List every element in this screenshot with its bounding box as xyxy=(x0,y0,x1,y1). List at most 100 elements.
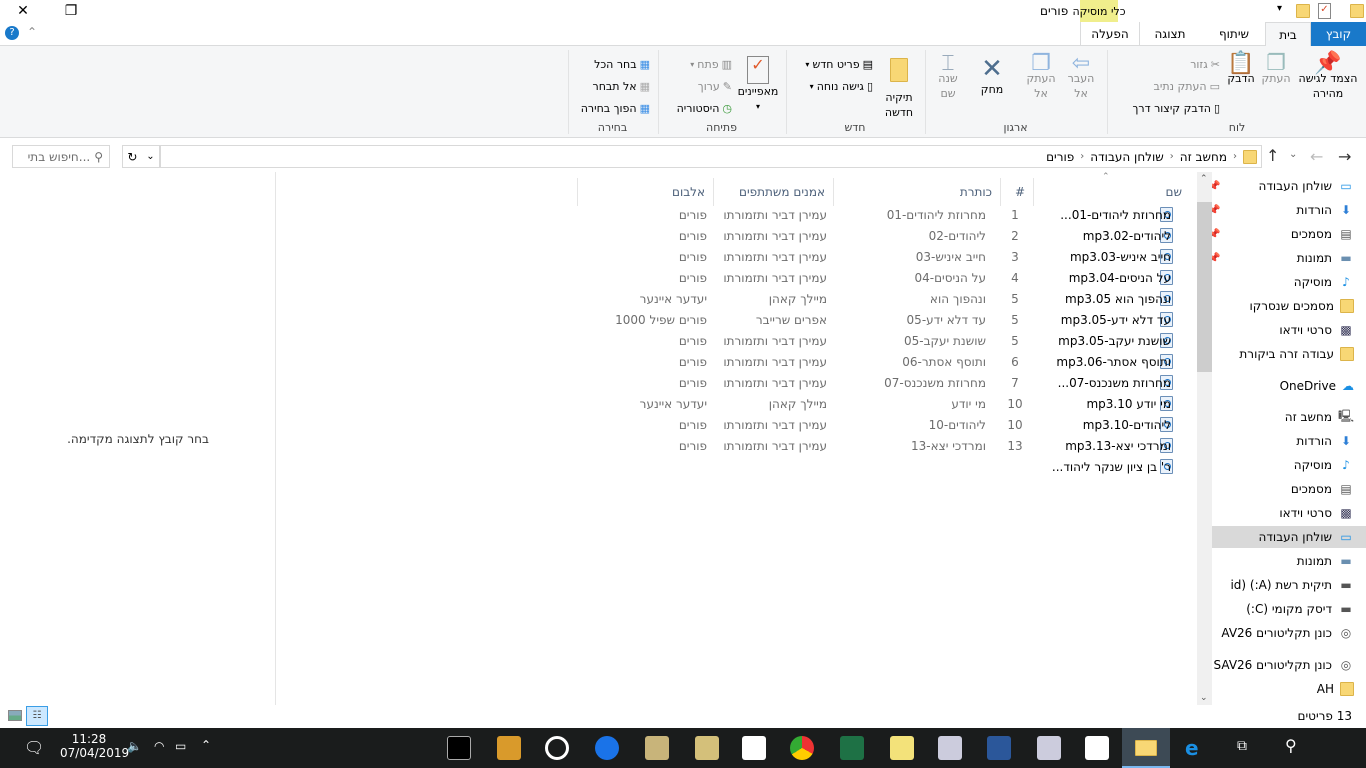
edit-button[interactable]: ✎ ערוך xyxy=(698,80,732,93)
cell-name: מחרוזת משנכנס-07... xyxy=(1057,376,1171,390)
nav-item[interactable]: 🖳 מחשב זה xyxy=(1212,406,1366,428)
maximize-button[interactable]: ❐ xyxy=(48,0,94,22)
qat-dropdown-icon[interactable]: ▾ xyxy=(1277,3,1282,14)
nav-item-onedrive[interactable]: ☁ OneDrive xyxy=(1212,375,1366,397)
paste-shortcut-button[interactable]: ▯ הדבק קיצור דרך xyxy=(1132,102,1220,115)
easy-access-button[interactable]: ▯ גישה נוחה ▾ xyxy=(810,80,873,93)
breadcrumb-this-pc[interactable]: מחשב זה xyxy=(1180,150,1227,164)
forward-arrow-icon[interactable]: ← xyxy=(1310,147,1323,166)
up-arrow-icon[interactable]: ↑ xyxy=(1266,146,1279,165)
column-header-artists[interactable]: אמנים משתתפים xyxy=(713,178,833,206)
tab-share[interactable]: שיתוף xyxy=(1205,22,1263,46)
copy-path-button[interactable]: ▭ העתק נתיב xyxy=(1154,80,1220,93)
wifi-icon[interactable]: ◠ xyxy=(154,739,164,753)
word-icon[interactable] xyxy=(987,736,1011,760)
tab-home[interactable]: בית xyxy=(1265,22,1311,47)
new-folder-icon xyxy=(890,58,908,82)
cut-button[interactable]: ✂ גזור xyxy=(1190,58,1220,71)
nav-item[interactable]: ▬ דיסק מקומי (C:) xyxy=(1212,598,1366,620)
nav-item[interactable]: ⬇ הורדות xyxy=(1212,430,1366,452)
nav-item[interactable]: ▬ תמונות 📌 xyxy=(1212,247,1366,269)
breadcrumb-desktop[interactable]: שולחן העבודה xyxy=(1090,150,1163,164)
app-icon[interactable] xyxy=(645,736,669,760)
cell-title: מחרוזת ליהודים-01 xyxy=(886,208,986,222)
paste-button[interactable]: 📋 הדבק xyxy=(1224,53,1258,86)
excel-icon[interactable] xyxy=(840,736,864,760)
battery-icon[interactable]: ▭ xyxy=(175,739,186,753)
column-header-name[interactable]: שם xyxy=(1033,178,1190,206)
column-header-number[interactable]: # xyxy=(1000,178,1033,206)
back-arrow-icon[interactable]: → xyxy=(1338,147,1351,166)
photos-app-icon[interactable] xyxy=(742,736,766,760)
nav-item[interactable]: עבודה זרה ביקורת xyxy=(1212,343,1366,365)
column-header-album[interactable]: אלבום xyxy=(577,178,713,206)
app-icon[interactable] xyxy=(695,736,719,760)
column-header-title[interactable]: כותרת xyxy=(833,178,1000,206)
recent-locations-icon[interactable]: ⌄ xyxy=(1289,149,1297,160)
nav-item[interactable]: ▬ תמונות xyxy=(1212,550,1366,572)
open-button[interactable]: ▥ פתח ▾ xyxy=(690,58,732,71)
file-explorer-taskbar-button[interactable] xyxy=(1122,728,1170,768)
search-input[interactable]: חיפוש בתי... ⚲ xyxy=(12,145,110,168)
nav-item[interactable]: מסמכים שנסרקו xyxy=(1212,295,1366,317)
move-to-button[interactable]: ⇦ העבר אל xyxy=(1063,53,1099,101)
task-view-icon[interactable]: ⧉ xyxy=(1237,738,1247,754)
nav-item[interactable]: ▤ מסמכים 📌 xyxy=(1212,223,1366,245)
cmd-app-icon[interactable] xyxy=(447,736,471,760)
pin-quick-access-button[interactable]: 📌 הצמד לגישה מהירה xyxy=(1296,53,1360,101)
tab-view[interactable]: תצוגה xyxy=(1140,22,1200,46)
close-button[interactable]: ✕ xyxy=(0,0,46,22)
show-hidden-icons[interactable]: ⌃ xyxy=(201,738,211,752)
book-app-icon[interactable] xyxy=(497,736,521,760)
search-taskbar-icon[interactable]: ⚲ xyxy=(1285,736,1297,755)
tab-play[interactable]: הפעלה xyxy=(1080,22,1140,46)
action-center-icon[interactable]: 🗨 xyxy=(24,738,44,757)
details-view-icon[interactable]: ☷ xyxy=(26,706,48,726)
sticky-notes-icon[interactable] xyxy=(890,736,914,760)
nav-item[interactable]: ▩ סרטי וידאו xyxy=(1212,502,1366,524)
copy-to-button[interactable]: ❐ העתק אל xyxy=(1023,53,1059,101)
mail-icon[interactable] xyxy=(1085,736,1109,760)
volume-icon[interactable]: 🔈 xyxy=(127,739,142,753)
nav-item[interactable]: ▭ שולחן העבודה xyxy=(1212,526,1366,548)
nav-item[interactable]: ⬇ הורדות 📌 xyxy=(1212,199,1366,221)
nav-item[interactable]: ◎ כונן תקליטורים AV26 xyxy=(1212,622,1366,644)
collapse-ribbon-icon[interactable]: ⌃ xyxy=(27,25,37,39)
copy-button[interactable]: ❐ העתק xyxy=(1258,53,1294,86)
large-icons-view-icon[interactable] xyxy=(8,710,22,721)
select-all-button[interactable]: ▦ בחר הכל xyxy=(594,58,650,71)
new-item-button[interactable]: ▤ פריט חדש ▾ xyxy=(805,58,873,71)
address-dropdown-icon[interactable]: ⌄ xyxy=(146,151,154,162)
nav-item[interactable]: ♪ מוסיקה xyxy=(1212,454,1366,476)
chrome-icon[interactable] xyxy=(790,736,814,760)
refresh-icon[interactable]: ↻ xyxy=(127,150,137,164)
qat-new-folder-icon[interactable] xyxy=(1296,4,1310,18)
app-icon[interactable] xyxy=(1037,736,1061,760)
contextual-tab-label: כלי מוסיקה xyxy=(1072,0,1126,22)
new-folder-button[interactable]: תיקיה חדשה xyxy=(881,56,917,120)
nav-item[interactable]: ♪ מוסיקה xyxy=(1212,271,1366,293)
nav-item[interactable]: ▬ תיקית רשת (A:) (id xyxy=(1212,574,1366,596)
clock[interactable]: 11:28 07/04/2019 xyxy=(60,732,129,760)
delete-button[interactable]: ✕ מחק xyxy=(975,56,1009,97)
rename-button[interactable]: ⌶ שנה שם xyxy=(931,53,965,101)
invert-selection-button[interactable]: ▦ הפוך בחירה xyxy=(581,102,650,115)
nav-item[interactable]: AH xyxy=(1212,678,1366,700)
help-icon[interactable]: ? xyxy=(5,26,19,40)
tab-file[interactable]: קובץ xyxy=(1311,22,1366,46)
network-drive-icon: ▬ xyxy=(1340,578,1352,592)
app-icon[interactable] xyxy=(938,736,962,760)
breadcrumb-purim[interactable]: פורים xyxy=(1046,150,1074,164)
nav-item[interactable]: ▤ מסמכים xyxy=(1212,478,1366,500)
history-button[interactable]: ◷ היסטוריה xyxy=(677,102,732,115)
select-none-button[interactable]: ▦ אל תבחר xyxy=(593,80,651,93)
properties-button[interactable]: ✓ מאפיינים ▾ xyxy=(736,56,780,114)
qat-properties-icon[interactable]: ✓ xyxy=(1318,3,1331,19)
edge-icon[interactable]: e xyxy=(1185,736,1199,760)
media-app-icon[interactable] xyxy=(545,736,569,760)
nav-item[interactable]: ◎ כונן תקליטורים SAV26 xyxy=(1212,654,1366,676)
nav-item[interactable]: ▩ סרטי וידאו xyxy=(1212,319,1366,341)
address-bar[interactable]: ‹ מחשב זה ‹ שולחן העבודה ‹ פורים xyxy=(160,145,1262,168)
teamviewer-icon[interactable] xyxy=(595,736,619,760)
nav-item[interactable]: ▭ שולחן העבודה 📌 xyxy=(1212,175,1366,197)
